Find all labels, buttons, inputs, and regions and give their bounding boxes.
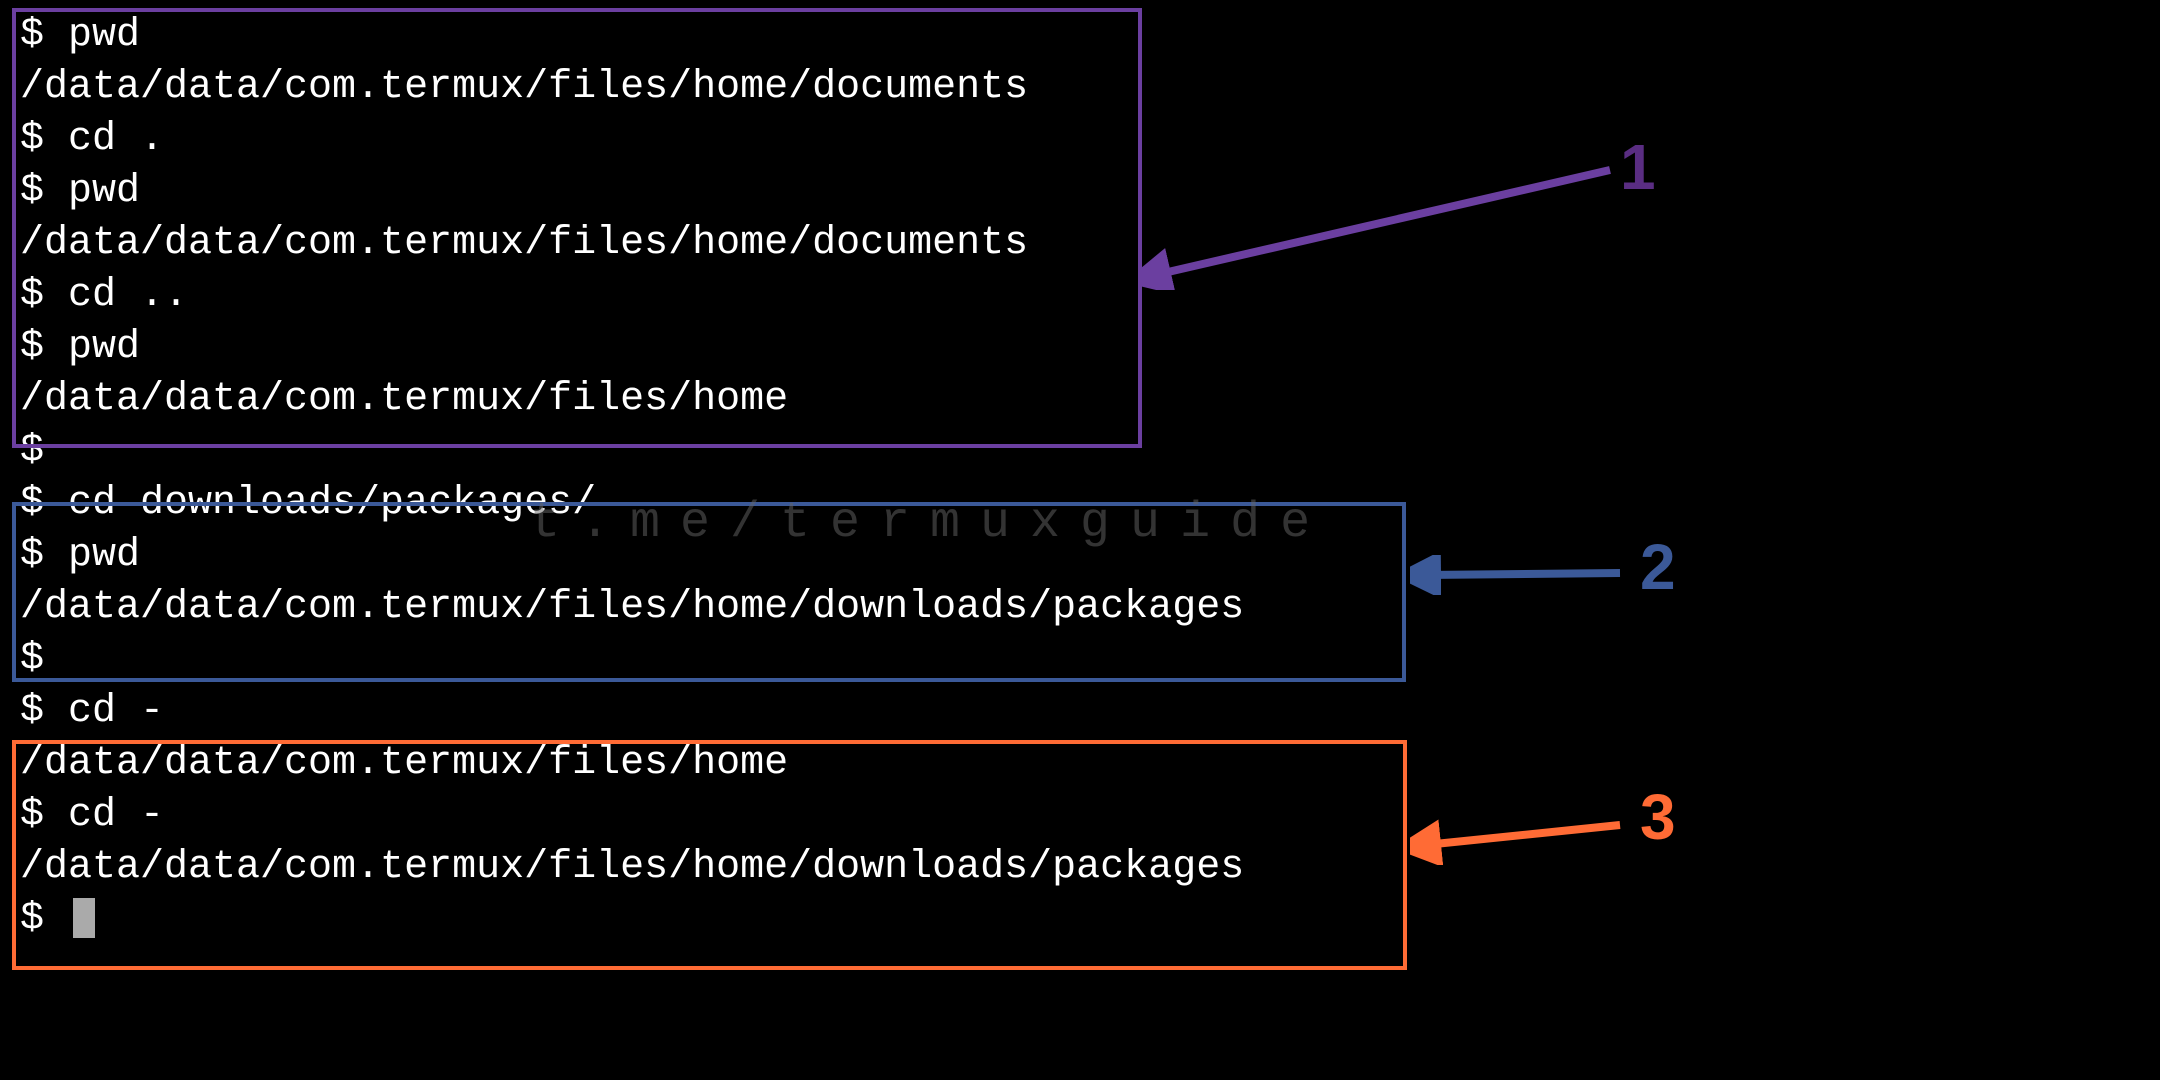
watermark-text: t.me/termuxguide xyxy=(530,495,1330,552)
terminal-line: $ cd . xyxy=(20,114,2140,166)
terminal-prompt: $ xyxy=(20,897,68,942)
terminal-line: /data/data/com.termux/files/home xyxy=(20,738,2140,790)
terminal-line: /data/data/com.termux/files/home/downloa… xyxy=(20,582,2140,634)
terminal-line: $ cd - xyxy=(20,686,2140,738)
terminal-line: $ xyxy=(20,426,2140,478)
cursor-icon xyxy=(73,898,95,938)
terminal-line: /data/data/com.termux/files/home/documen… xyxy=(20,218,2140,270)
terminal-line: /data/data/com.termux/files/home/documen… xyxy=(20,62,2140,114)
terminal-line: $ pwd xyxy=(20,322,2140,374)
terminal-output[interactable]: $ pwd /data/data/com.termux/files/home/d… xyxy=(20,10,2140,946)
annotation-label-1: 1 xyxy=(1620,130,1656,204)
terminal-line: $ cd - xyxy=(20,790,2140,842)
terminal-line: /data/data/com.termux/files/home xyxy=(20,374,2140,426)
terminal-line: /data/data/com.termux/files/home/downloa… xyxy=(20,842,2140,894)
terminal-line: $ pwd xyxy=(20,10,2140,62)
annotation-label-3: 3 xyxy=(1640,780,1676,854)
terminal-line: $ cd .. xyxy=(20,270,2140,322)
annotation-label-2: 2 xyxy=(1640,530,1676,604)
terminal-prompt-line: $ xyxy=(20,894,2140,946)
terminal-line: $ pwd xyxy=(20,166,2140,218)
terminal-line: $ xyxy=(20,634,2140,686)
